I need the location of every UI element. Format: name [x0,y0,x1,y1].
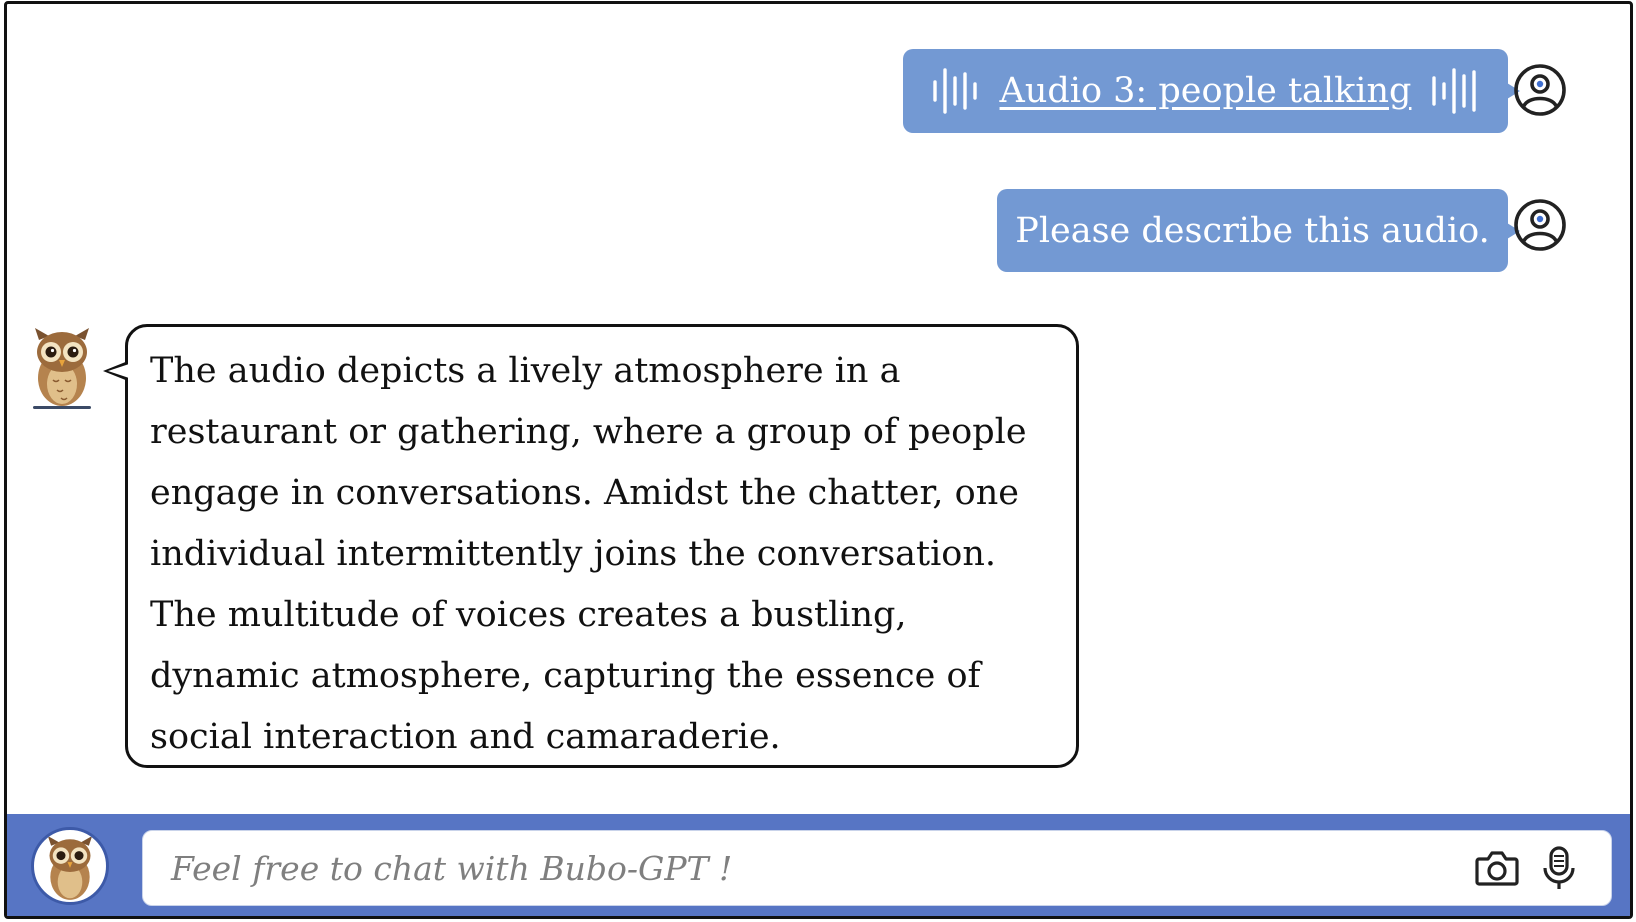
chat-window: Audio 3: people talking Please describe … [4,1,1633,919]
user-avatar-icon [1514,64,1566,116]
user-bubble: Please describe this audio. [997,189,1520,272]
camera-icon[interactable] [1473,844,1521,892]
user-message-text: Please describe this audio. [997,189,1520,272]
audio-wave-icon [933,68,977,114]
user-message-text: Please describe this audio. [1015,210,1490,251]
audio-attachment-link[interactable]: Audio 3: people talking [1000,71,1412,111]
microphone-icon[interactable] [1535,844,1583,892]
chat-input-field[interactable]: Feel free to chat with Bubo-GPT ! [142,830,1612,906]
chat-input-bar: Feel free to chat with Bubo-GPT ! [7,814,1630,916]
audio-wave-icon [1432,68,1476,114]
bot-message-text: The audio depicts a lively atmosphere in… [150,351,1027,757]
owl-icon [47,835,93,900]
user-message-audio: Audio 3: people talking [903,49,1520,133]
user-avatar-icon [1514,199,1566,251]
user-bubble: Audio 3: people talking [903,49,1520,133]
chat-input-placeholder: Feel free to chat with Bubo-GPT ! [171,848,733,888]
bot-avatar [31,827,109,905]
bot-message-bubble: The audio depicts a lively atmosphere in… [103,324,1079,768]
owl-icon [33,328,91,409]
